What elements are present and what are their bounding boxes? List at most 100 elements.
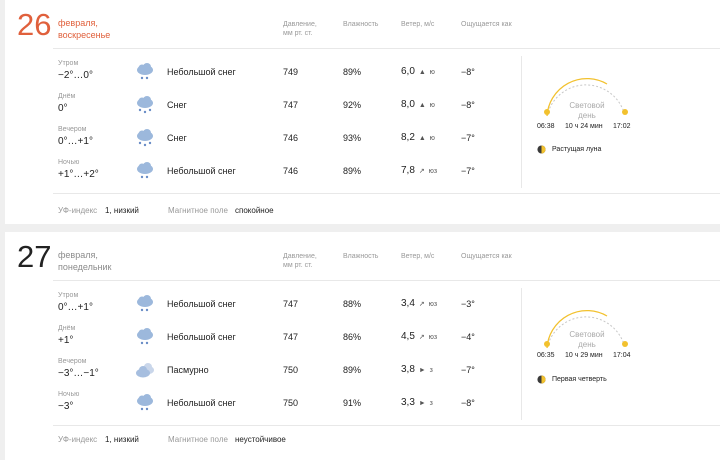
- wind-value: 6,0 ▲ ю: [401, 66, 435, 77]
- uv-index-label: УФ-индекс: [58, 206, 98, 215]
- wind-direction: ю: [429, 69, 435, 76]
- wind-value: 8,2 ▲ ю: [401, 132, 435, 143]
- forecast-row: Вечером 0°…+1° Снег 746 93% 8,2 ▲ ю −7°: [5, 122, 525, 154]
- pressure-value: 750: [283, 398, 299, 408]
- forecast-row: Вечером −3°…−1° Пасмурно 750 89% 3,8 ► з …: [5, 354, 525, 386]
- day-month: февраля,: [58, 18, 98, 28]
- divider: [53, 280, 720, 281]
- pressure-value: 746: [283, 166, 299, 176]
- temperature: 0°: [58, 103, 68, 114]
- header-wind: Ветер, м/с: [401, 21, 435, 28]
- light-snow-icon: [137, 63, 153, 80]
- divider: [53, 193, 720, 194]
- light-snow-icon: [137, 328, 153, 345]
- wind-direction-icon: ►: [418, 400, 426, 407]
- condition-text: Небольшой снег: [167, 166, 236, 176]
- day-card-26: 26 февраля, воскресенье Давление, мм рт.…: [5, 0, 720, 224]
- forecast-row: Ночью −3° Небольшой снег 750 91% 3,3 ► з …: [5, 387, 525, 419]
- light-snow-icon: [137, 162, 153, 179]
- wind-direction-icon: ↗: [418, 334, 425, 341]
- uv-index-value: 1, низкий: [105, 206, 139, 215]
- humidity-value: 91%: [343, 398, 362, 408]
- forecast-row: Днём +1° Небольшой снег 747 86% 4,5 ↗ юз …: [5, 321, 525, 353]
- temperature: +1°…+2°: [58, 169, 99, 180]
- wind-value: 7,8 ↗ юз: [401, 165, 438, 176]
- condition-text: Снег: [167, 133, 187, 143]
- day-month: февраля,: [58, 250, 98, 260]
- uv-index-value: 1, низкий: [105, 435, 139, 444]
- header-pressure: Давление, мм рт. ст.: [283, 253, 317, 269]
- period-label: Утром: [58, 292, 79, 299]
- wind-direction: ю: [429, 102, 435, 109]
- day-number: 26: [17, 7, 52, 42]
- period-label: Днём: [58, 325, 76, 332]
- day-weekday: воскресенье: [58, 30, 111, 40]
- day-date-text: февраля, воскресенье: [58, 17, 110, 41]
- temperature: 0°…+1°: [58, 136, 93, 147]
- wind-direction-icon: ↗: [418, 301, 425, 308]
- magnetic-field-value: спокойное: [235, 206, 274, 215]
- wind-direction: юз: [428, 334, 438, 341]
- feels-like-value: −7°: [461, 166, 475, 176]
- period-label: Днём: [58, 93, 76, 100]
- period-label: Ночью: [58, 391, 80, 398]
- wind-direction-icon: ▲: [418, 135, 426, 142]
- wind-direction: юз: [428, 168, 438, 175]
- overcast-icon: [136, 363, 154, 378]
- day-card-27: 27 февраля, понедельник Давление, мм рт.…: [5, 232, 720, 460]
- pressure-value: 750: [283, 365, 299, 375]
- divider: [53, 425, 720, 426]
- wind-value: 3,4 ↗ юз: [401, 298, 438, 309]
- humidity-value: 89%: [343, 67, 362, 77]
- divider: [53, 48, 720, 49]
- header-humidity: Влажность: [343, 21, 379, 28]
- feels-like-value: −4°: [461, 332, 475, 342]
- feels-like-value: −7°: [461, 365, 475, 375]
- sunset-time: 17:04: [613, 352, 631, 359]
- period-label: Утром: [58, 60, 79, 67]
- wind-direction: юз: [428, 301, 438, 308]
- wind-direction: з: [429, 400, 433, 407]
- period-label: Вечером: [58, 358, 87, 365]
- feels-like-value: −7°: [461, 133, 475, 143]
- wind-direction: ю: [429, 135, 435, 142]
- feels-like-value: −8°: [461, 398, 475, 408]
- moon-phase-text: Растущая луна: [552, 146, 602, 153]
- temperature: −3°: [58, 401, 74, 412]
- temperature: −3°…−1°: [58, 368, 99, 379]
- sunrise-time: 06:35: [537, 352, 555, 359]
- wind-direction-icon: ▲: [418, 69, 426, 76]
- day-date-text: февраля, понедельник: [58, 249, 112, 273]
- pressure-value: 747: [283, 332, 299, 342]
- pressure-value: 747: [283, 100, 299, 110]
- feels-like-value: −8°: [461, 67, 475, 77]
- temperature: 0°…+1°: [58, 302, 93, 313]
- snow-icon: [137, 96, 153, 114]
- daylight-label: Световой день: [569, 101, 605, 120]
- header-feels: Ощущается как: [461, 21, 512, 28]
- humidity-value: 86%: [343, 332, 362, 342]
- wind-direction-icon: ↗: [418, 168, 425, 175]
- forecast-row: Ночью +1°…+2° Небольшой снег 746 89% 7,8…: [5, 155, 525, 187]
- daylight-duration: 10 ч 24 мин: [565, 123, 603, 130]
- header-pressure: Давление, мм рт. ст.: [283, 21, 317, 37]
- humidity-value: 88%: [343, 299, 362, 309]
- condition-text: Небольшой снег: [167, 67, 236, 77]
- period-label: Ночью: [58, 159, 80, 166]
- vertical-divider: [521, 288, 522, 420]
- temperature: +1°: [58, 335, 74, 346]
- light-snow-icon: [137, 394, 153, 411]
- sunrise-time: 06:38: [537, 123, 555, 130]
- pressure-value: 749: [283, 67, 299, 77]
- snow-icon: [137, 129, 153, 147]
- day-weekday: понедельник: [58, 262, 112, 272]
- moon-phase-text: Первая четверть: [552, 376, 607, 383]
- humidity-value: 93%: [343, 133, 362, 143]
- condition-text: Снег: [167, 100, 187, 110]
- moon-phase-icon: [537, 375, 546, 384]
- day-number: 27: [17, 239, 52, 274]
- wind-value: 4,5 ↗ юз: [401, 331, 438, 342]
- pressure-value: 746: [283, 133, 299, 143]
- header-feels: Ощущается как: [461, 253, 512, 260]
- daylight-arc-icon: [544, 77, 628, 117]
